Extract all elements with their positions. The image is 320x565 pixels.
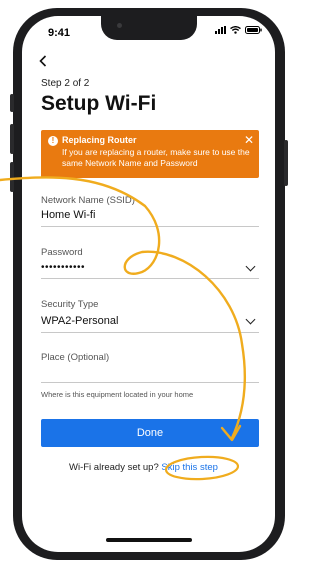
volume-down-button <box>10 162 14 192</box>
place-underline <box>41 382 259 383</box>
chevron-down-icon[interactable] <box>245 261 256 272</box>
phone-screen: 9:41 Step 2 of 2 Setup Wi-Fi ! Replacing… <box>22 16 275 552</box>
security-type-select[interactable]: WPA2-Personal <box>41 315 118 327</box>
ssid-underline <box>41 226 259 227</box>
chevron-left-icon <box>39 55 47 67</box>
step-indicator: Step 2 of 2 <box>41 78 90 89</box>
security-type-label: Security Type <box>41 299 99 310</box>
place-helper-text: Where is this equipment located in your … <box>41 390 194 399</box>
ssid-field[interactable]: Home Wi-fi <box>41 209 95 221</box>
page-title: Setup Wi-Fi <box>41 92 157 115</box>
done-button[interactable]: Done <box>41 419 259 447</box>
security-type-underline <box>41 332 259 333</box>
exclamation-icon: ! <box>48 136 58 146</box>
password-underline <box>41 278 259 279</box>
power-button <box>284 140 288 186</box>
status-icons <box>215 26 262 34</box>
alert-body: If you are replacing a router, make sure… <box>62 147 250 168</box>
ssid-label: Network Name (SSID) <box>41 195 135 206</box>
already-setup-text: Wi-Fi already set up? <box>69 462 159 473</box>
wifi-icon <box>230 26 241 34</box>
password-label: Password <box>41 247 83 258</box>
replacing-router-alert: ! Replacing Router If you are replacing … <box>41 130 259 178</box>
chevron-down-icon[interactable] <box>245 314 256 325</box>
close-icon[interactable]: ✕ <box>244 134 254 146</box>
battery-icon <box>245 26 262 34</box>
status-time: 9:41 <box>48 27 71 39</box>
password-field[interactable]: ••••••••••• <box>41 262 85 273</box>
volume-up-button <box>10 124 14 154</box>
home-indicator <box>106 538 192 542</box>
back-button[interactable] <box>39 52 47 70</box>
mute-switch <box>10 94 14 112</box>
signal-icon <box>215 26 226 34</box>
place-label[interactable]: Place (Optional) <box>41 352 109 363</box>
camera-icon <box>117 23 122 28</box>
skip-footer: Wi-Fi already set up? Skip this step <box>69 462 218 473</box>
notch <box>101 16 197 40</box>
alert-title: Replacing Router <box>62 135 137 145</box>
skip-this-step-link[interactable]: Skip this step <box>161 462 218 473</box>
